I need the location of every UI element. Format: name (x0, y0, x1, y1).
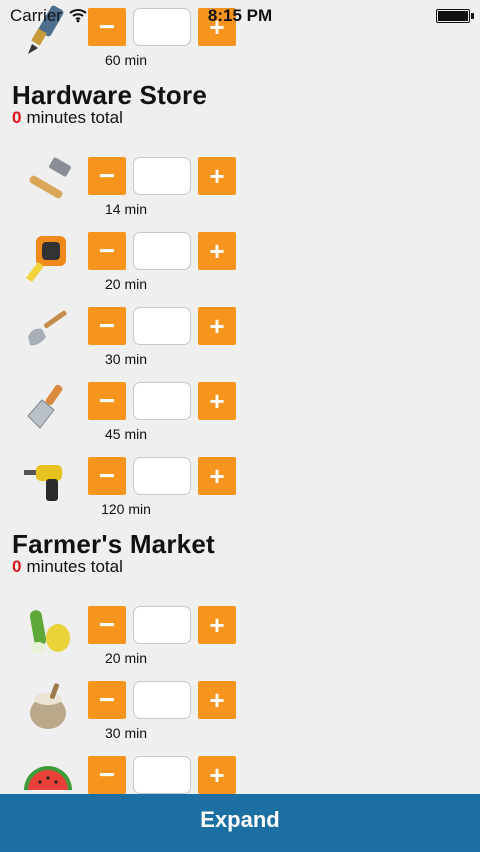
increment-button[interactable]: + (198, 382, 236, 420)
increment-button[interactable]: + (198, 457, 236, 495)
decrement-button[interactable]: − (88, 157, 126, 195)
clock: 8:15 PM (207, 6, 273, 25)
expand-label: Expand (200, 807, 280, 832)
total-count: 0 (12, 108, 22, 127)
increment-button[interactable]: + (198, 606, 236, 644)
item-row: − + 20 min (0, 232, 480, 300)
decrement-button[interactable]: − (88, 756, 126, 794)
duration-label: 14 min (104, 201, 148, 217)
increment-button[interactable]: + (198, 157, 236, 195)
putty-knife-icon (22, 382, 74, 434)
item-row: − + 120 min (0, 457, 480, 525)
decrement-button[interactable]: − (88, 457, 126, 495)
duration-label: 120 min (101, 501, 151, 517)
total-suffix: minutes total (26, 557, 123, 576)
item-row: − + 30 min (0, 681, 480, 749)
item-row: − + 45 min (0, 382, 480, 450)
duration-label: 30 min (104, 725, 148, 741)
quantity-input[interactable] (133, 606, 191, 644)
quantity-input[interactable] (133, 756, 191, 794)
shovel-icon (22, 307, 74, 359)
quantity-input[interactable] (133, 307, 191, 345)
increment-button[interactable]: + (198, 307, 236, 345)
section-title-hardware: Hardware Store (12, 80, 207, 110)
duration-label: 20 min (104, 276, 148, 292)
item-row: − + 20 min (0, 606, 480, 674)
decrement-button[interactable]: − (88, 606, 126, 644)
increment-button[interactable]: + (198, 756, 236, 794)
duration-label: 20 min (104, 650, 148, 666)
item-row: − + 30 min (0, 307, 480, 375)
section-total-hardware: 0 minutes total (12, 108, 123, 128)
quantity-input[interactable] (133, 681, 191, 719)
power-drill-icon (22, 457, 74, 509)
vegetables-icon (22, 606, 74, 658)
section-title-farmers-market: Farmer's Market (12, 529, 215, 559)
decrement-button[interactable]: − (88, 681, 126, 719)
item-row: − + 14 min (0, 157, 480, 225)
status-bar: Carrier 8:15 PM (0, 0, 480, 30)
expand-button[interactable]: Expand (0, 794, 480, 852)
decrement-button[interactable]: − (88, 382, 126, 420)
quantity-input[interactable] (133, 457, 191, 495)
battery-icon (436, 9, 474, 23)
total-count: 0 (12, 557, 22, 576)
increment-button[interactable]: + (198, 232, 236, 270)
total-suffix: minutes total (26, 108, 123, 127)
duration-label: 30 min (104, 351, 148, 367)
increment-button[interactable]: + (198, 681, 236, 719)
section-total-farmers-market: 0 minutes total (12, 557, 123, 577)
quantity-input[interactable] (133, 232, 191, 270)
duration-label: 60 min (104, 52, 148, 68)
decrement-button[interactable]: − (88, 232, 126, 270)
tape-measure-icon (22, 232, 74, 284)
quantity-input[interactable] (133, 382, 191, 420)
quantity-input[interactable] (133, 157, 191, 195)
decrement-button[interactable]: − (88, 307, 126, 345)
hammer-icon (22, 157, 74, 209)
duration-label: 45 min (104, 426, 148, 442)
grain-sack-icon (22, 681, 74, 733)
